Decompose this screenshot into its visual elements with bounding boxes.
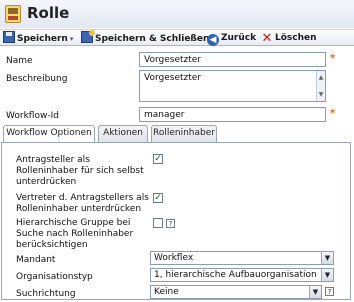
hierarchy-help-icon[interactable]: ?	[166, 219, 175, 228]
suppress-deputy-checkbox[interactable]: ✓	[153, 193, 163, 203]
scroll-down-icon[interactable]: ▼	[317, 89, 325, 100]
client-select[interactable]: Workflex ▼	[150, 251, 334, 265]
save-button[interactable]: Speichern ▾	[3, 31, 73, 45]
hierarchy-checkbox[interactable]	[153, 218, 163, 228]
save-icon	[3, 31, 15, 43]
workflow-options-panel: Antragsteller als Rolleninhaber für sich…	[1, 142, 351, 300]
orgtype-select[interactable]: 1, hierarchische Aufbauorganisation ▼	[150, 268, 334, 282]
name-field[interactable]: Vorgesetzter	[139, 52, 326, 67]
window-header: Rolle	[0, 0, 354, 28]
orgtype-select-value: 1, hierarchische Aufbauorganisation	[154, 270, 317, 280]
save-and-close-button[interactable]: Speichern & Schließen	[81, 30, 209, 45]
scroll-up-icon[interactable]: ▲	[317, 72, 325, 83]
orgtype-label: Organisationstyp	[16, 272, 93, 282]
direction-label: Suchrichtung	[16, 289, 76, 299]
page-title: Rolle	[27, 4, 70, 22]
direction-help-icon[interactable]: ?	[325, 287, 334, 296]
direction-select[interactable]: Keine ▼	[150, 285, 322, 299]
suppress-applicant-checkbox[interactable]: ✓	[153, 154, 163, 164]
client-select-value: Workflex	[154, 253, 194, 263]
tab-role-holders[interactable]: Rolleninhaber	[151, 125, 217, 142]
workflow-id-field[interactable]: manager	[139, 107, 326, 122]
toolbar: Speichern ▾ Speichern & Schließen ◀ Zurück…	[0, 29, 354, 46]
delete-x-icon: ✕	[261, 31, 273, 46]
hierarchy-label: Hierarchische Gruppe bei Suche nach Roll…	[16, 218, 134, 250]
chevron-down-icon[interactable]: ▾	[70, 35, 74, 43]
delete-button[interactable]: ✕ Löschen	[261, 31, 317, 45]
workflow-id-required-mark: *	[330, 108, 336, 119]
workflow-id-label: Workflow-Id	[6, 111, 59, 121]
description-scrollbar[interactable]: ▲ ▼	[316, 71, 325, 101]
suppress-deputy-label: Vertreter d. Antragstellers als Rollenin…	[16, 193, 149, 214]
suppress-applicant-label: Antragsteller als Rolleninhaber für sich…	[16, 155, 144, 187]
chevron-down-icon[interactable]: ▼	[321, 252, 333, 264]
save-close-icon	[81, 30, 95, 43]
role-icon	[5, 5, 21, 23]
chevron-down-icon[interactable]: ▼	[309, 286, 321, 298]
tab-workflow-options[interactable]: Workflow Optionen	[3, 125, 95, 143]
chevron-down-icon[interactable]: ▼	[321, 269, 333, 281]
client-label: Mandant	[16, 255, 56, 265]
back-arrow-icon: ◀	[207, 34, 219, 46]
name-required-mark: *	[330, 53, 336, 64]
name-label: Name	[6, 56, 33, 66]
tab-actions[interactable]: Aktionen	[98, 125, 148, 142]
description-label: Beschreibung	[6, 74, 68, 84]
description-field[interactable]: Vorgesetzter ▲ ▼	[139, 70, 326, 102]
back-button[interactable]: ◀ Zurück	[207, 31, 256, 46]
direction-select-value: Keine	[154, 287, 179, 297]
description-text: Vorgesetzter	[144, 73, 202, 83]
